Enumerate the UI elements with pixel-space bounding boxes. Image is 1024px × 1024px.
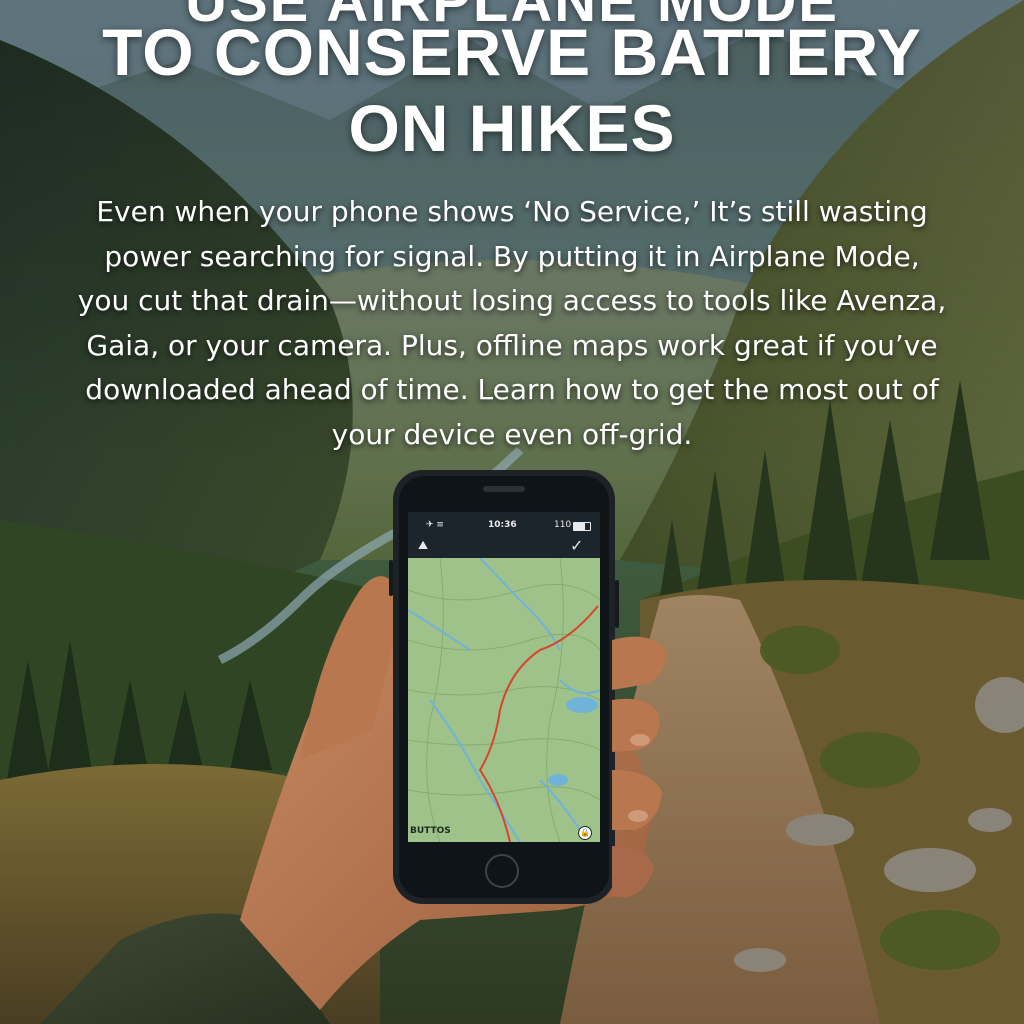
body-line: Gaia, or your camera. Plus, offline maps…	[86, 328, 938, 362]
body-paragraph: Even when your phone shows ‘No Service,’…	[70, 190, 954, 457]
body-line: power searching for signal. By putting i…	[104, 239, 920, 273]
body-line: you cut that drain—without losing access…	[77, 284, 947, 317]
battery-icon	[573, 522, 591, 531]
body-line: your device even off-grid.	[331, 417, 693, 451]
phone-status-time: 10:36	[488, 520, 517, 530]
phone-status-left: ✈ ≡	[426, 520, 444, 530]
body-line: downloaded ahead of time. Learn how to g…	[85, 373, 939, 406]
lock-icon[interactable]: 🔒	[578, 826, 592, 840]
hiker-icon[interactable]: ⛰	[418, 538, 428, 553]
check-icon[interactable]: ✓	[570, 536, 583, 555]
headline-line-1: TO CONSERVE BATTERY	[102, 15, 922, 89]
body-line: Even when your phone shows ‘No Service,’…	[96, 195, 928, 228]
offline-topo-map	[408, 558, 600, 842]
phone-status-right: 110	[554, 520, 572, 530]
headline-line-2: ON HIKES	[348, 91, 676, 165]
map-corner-label: BUTTOS	[410, 826, 451, 836]
